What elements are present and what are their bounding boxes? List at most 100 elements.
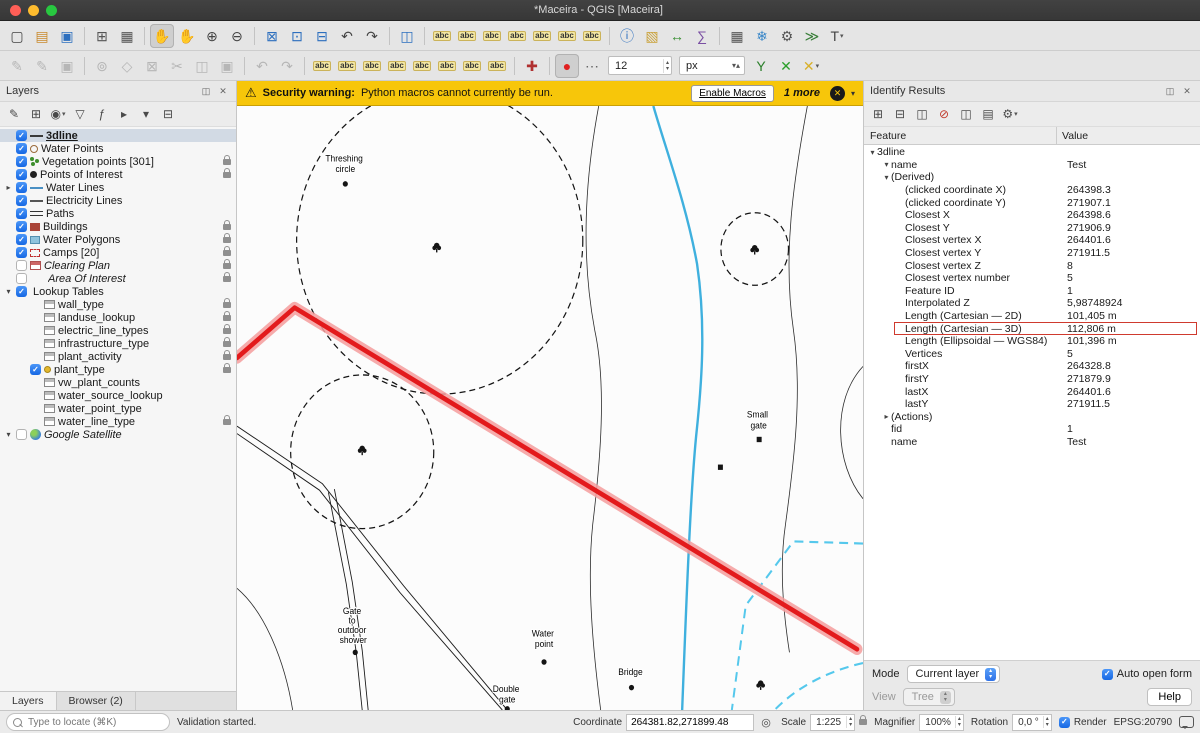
render-checkbox[interactable] (1059, 717, 1070, 728)
layer-visibility-checkbox[interactable] (16, 234, 27, 245)
copy-feature-icon[interactable]: ◫ (956, 104, 976, 124)
layer-visibility-checkbox[interactable] (16, 208, 27, 219)
layer-item[interactable]: vw_plant_counts (0, 376, 236, 389)
layer-item[interactable]: Electricity Lines (0, 194, 236, 207)
result-row[interactable]: Interpolated Z 5,98748924 (864, 297, 1200, 310)
clear-filter-icon[interactable]: ✕ ▾ (799, 54, 823, 78)
layer-item[interactable]: plant_activity (0, 350, 236, 363)
layer-visibility-checkbox[interactable] (16, 221, 27, 232)
locator-search[interactable] (6, 713, 170, 731)
result-row[interactable]: Feature ID 1 (864, 285, 1200, 298)
diagram-options-icon[interactable]: abc (485, 54, 509, 78)
expand-all-icon[interactable]: ▸ (114, 104, 134, 124)
undo-icon[interactable]: ↶ (250, 54, 274, 78)
remove-layer-icon[interactable]: ⊟ (158, 104, 178, 124)
float-panel-icon[interactable]: ◫ (199, 84, 213, 98)
cut-features-icon[interactable]: ✂ (165, 54, 189, 78)
pan-to-selection-icon[interactable]: ✋ (175, 24, 199, 48)
tab-browser[interactable]: Browser (2) (57, 692, 136, 710)
layer-visibility-checkbox[interactable] (16, 182, 27, 193)
layer-item[interactable]: Points of Interest (0, 168, 236, 181)
label-properties-icon[interactable]: abc (580, 24, 604, 48)
zoom-last-icon[interactable]: ↶ (335, 24, 359, 48)
layer-item[interactable]: water_line_type (0, 415, 236, 428)
identify-features-icon[interactable]: ⓘ (615, 24, 639, 48)
layer-visibility-checkbox[interactable] (16, 429, 27, 440)
expand-arrow-icon[interactable]: ▾ (868, 148, 877, 157)
expand-arrow-icon[interactable]: ▾ (882, 160, 891, 169)
text-annotation-icon[interactable]: T ▾ (825, 24, 849, 48)
tab-layers[interactable]: Layers (0, 692, 57, 710)
layer-item[interactable]: Water Points (0, 142, 236, 155)
result-row[interactable]: Length (Cartesian — 2D) 101,405 m (864, 310, 1200, 323)
size-unit-select[interactable]: px ▾▴ (679, 56, 745, 75)
layer-visibility-checkbox[interactable] (16, 130, 27, 141)
new-map-view-icon[interactable]: ◫ (395, 24, 419, 48)
layer-item[interactable]: water_point_type (0, 402, 236, 415)
filter-expression-icon[interactable]: ƒ (92, 104, 112, 124)
label-pin-icon[interactable]: abc (480, 24, 504, 48)
coordinate-input[interactable] (626, 714, 754, 731)
snapping-options-icon[interactable]: ✚ (520, 54, 544, 78)
temporal-controller-icon[interactable]: ❄ (750, 24, 774, 48)
statistical-summary-icon[interactable]: ∑ (690, 24, 714, 48)
zoom-to-selection-icon[interactable]: ⊡ (285, 24, 309, 48)
move-label-icon[interactable]: abc (360, 54, 384, 78)
labeling-single-icon[interactable]: abc (455, 24, 479, 48)
rotate-label-icon[interactable]: abc (385, 54, 409, 78)
result-row[interactable]: ▸ (Actions) (864, 410, 1200, 423)
close-window-button[interactable] (10, 5, 21, 16)
layer-item[interactable]: ▸ Water Lines (0, 181, 236, 194)
result-row[interactable]: Length (Ellipsoidal — WGS84) 101,396 m (864, 335, 1200, 348)
float-panel-icon[interactable]: ◫ (1163, 84, 1177, 98)
expand-arrow-icon[interactable]: ▾ (4, 287, 13, 296)
more-messages-link[interactable]: 1 more (784, 87, 820, 99)
toggle-editing-icon[interactable]: ✎ (30, 54, 54, 78)
layer-item[interactable]: ▾ Lookup Tables (0, 285, 236, 298)
new-print-layout-icon[interactable]: ⊞ (90, 24, 114, 48)
copy-features-icon[interactable]: ◫ (190, 54, 214, 78)
clear-results-icon[interactable]: ⊘ (934, 104, 954, 124)
result-row[interactable]: lastY 271911.5 (864, 398, 1200, 411)
layer-item[interactable]: 3dline (0, 129, 236, 142)
auto-open-form-checkbox[interactable] (1102, 669, 1113, 680)
current-edits-icon[interactable]: ✎ (5, 54, 29, 78)
expand-arrow-icon[interactable]: ▸ (882, 412, 891, 421)
minimize-window-button[interactable] (28, 5, 39, 16)
label-show-hide-icon[interactable]: abc (505, 24, 529, 48)
layer-item[interactable]: Paths (0, 207, 236, 220)
layer-item[interactable]: wall_type (0, 298, 236, 311)
column-feature[interactable]: Feature (864, 127, 1057, 144)
layer-visibility-checkbox[interactable] (16, 169, 27, 180)
expand-new-results-icon[interactable]: ◫ (912, 104, 932, 124)
layer-item[interactable]: Clearing Plan (0, 259, 236, 272)
scale-lock-icon[interactable] (859, 719, 867, 725)
red-marker-tool-icon[interactable]: ● (555, 54, 579, 78)
identify-settings-icon[interactable]: ⚙ ▾ (1000, 104, 1020, 124)
result-row[interactable]: ▾ (Derived) (864, 171, 1200, 184)
zoom-out-icon[interactable]: ⊖ (225, 24, 249, 48)
column-value[interactable]: Value (1057, 130, 1200, 142)
paste-features-icon[interactable]: ▣ (215, 54, 239, 78)
print-response-icon[interactable]: ▤ (978, 104, 998, 124)
layer-visibility-checkbox[interactable] (16, 143, 27, 154)
collapse-all-icon[interactable]: ▾ (136, 104, 156, 124)
zoom-full-extent-icon[interactable]: ⊠ (260, 24, 284, 48)
close-panel-icon[interactable]: ✕ (216, 84, 230, 98)
pin-unpin-labels-icon[interactable]: abc (435, 54, 459, 78)
result-row[interactable]: Closest X 264398.6 (864, 209, 1200, 222)
filter-legend-icon[interactable]: ▽ (70, 104, 90, 124)
layer-item[interactable]: plant_type (0, 363, 236, 376)
layer-item[interactable]: water_source_lookup (0, 389, 236, 402)
save-project-icon[interactable]: ▣ (55, 24, 79, 48)
expand-arrow-icon[interactable]: ▾ (4, 430, 13, 439)
result-row[interactable]: Closest vertex Y 271911.5 (864, 247, 1200, 260)
crs-status[interactable]: EPSG:20790 (1114, 717, 1172, 728)
expand-arrow-icon[interactable]: ▾ (882, 173, 891, 182)
clear-selection-icon[interactable]: ✕ (774, 54, 798, 78)
result-row[interactable]: name Test (864, 436, 1200, 449)
messages-icon[interactable] (1179, 716, 1194, 728)
add-group-icon[interactable]: ⊞ (26, 104, 46, 124)
mouse-position-icon[interactable]: ◎ (758, 714, 774, 730)
zoom-window-button[interactable] (46, 5, 57, 16)
